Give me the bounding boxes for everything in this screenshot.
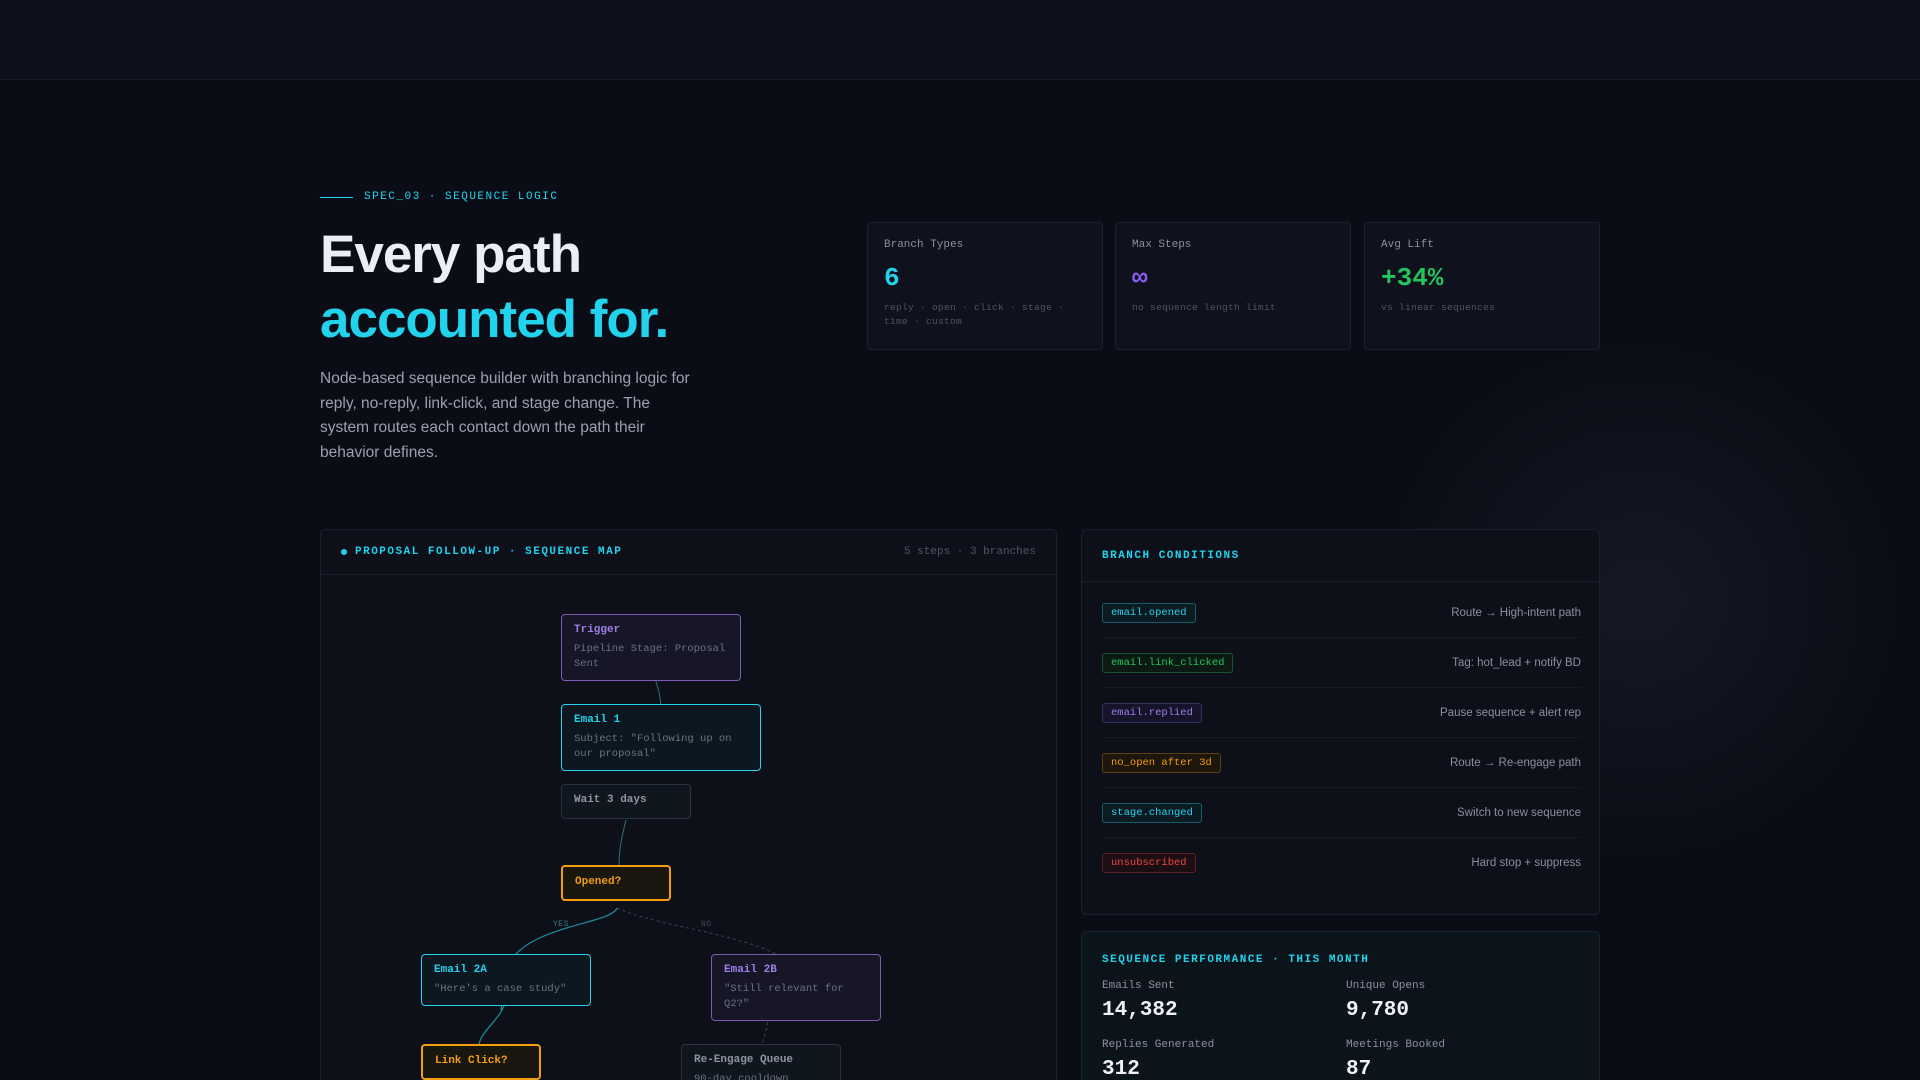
node-subtitle: 90-day cooldown xyxy=(694,1073,789,1080)
node-subtitle: Pipeline Stage: Proposal Sent xyxy=(574,643,726,670)
condition-action: Pause sequence + alert rep xyxy=(1440,706,1581,719)
condition-action: Route → High-intent path xyxy=(1451,606,1581,619)
condition-tag: unsubscribed xyxy=(1102,853,1196,873)
metric-replies-generated: Replies Generated 312 xyxy=(1102,1039,1332,1080)
condition-action: Route → Re-engage path xyxy=(1449,756,1581,769)
metric-emails-sent: Emails Sent 14,382 xyxy=(1102,980,1332,1022)
page-title: Every path accounted for. xyxy=(320,222,669,352)
node-link-click-condition[interactable]: Link Click? xyxy=(421,1044,541,1080)
metric-label: Emails Sent xyxy=(1102,980,1175,992)
node-title: Link Click? xyxy=(435,1055,508,1067)
node-title: Email 2A xyxy=(434,964,487,976)
condition-row[interactable]: email.replied Pause sequence + alert rep xyxy=(1102,688,1581,738)
node-wait[interactable]: Wait 3 days xyxy=(561,784,691,819)
metric-label: Replies Generated xyxy=(1102,1039,1215,1051)
top-nav-bar xyxy=(0,0,1920,80)
stat-label: Avg Lift xyxy=(1381,239,1434,251)
node-subtitle: "Still relevant for Q2?" xyxy=(724,983,844,1010)
eyebrow-text: SPEC_03 · SEQUENCE LOGIC xyxy=(364,191,559,203)
stat-description: no sequence length limit xyxy=(1132,302,1277,313)
condition-row[interactable]: email.opened Route → High-intent path xyxy=(1102,588,1581,638)
sequence-performance-title: SEQUENCE PERFORMANCE · THIS MONTH xyxy=(1102,954,1370,966)
stat-description: vs linear sequences xyxy=(1381,302,1496,313)
metric-value: 9,780 xyxy=(1346,999,1410,1022)
stat-card-avg-lift: Avg Lift +34% vs linear sequences xyxy=(1364,222,1600,350)
condition-row[interactable]: no_open after 3d Route → Re-engage path xyxy=(1102,738,1581,788)
no-branch-label: NO xyxy=(701,920,712,929)
title-line-2: accounted for. xyxy=(320,290,669,349)
condition-row[interactable]: stage.changed Switch to new sequence xyxy=(1102,788,1581,838)
connector-wait-opened xyxy=(618,819,627,866)
yes-branch-label: YES xyxy=(553,920,569,929)
node-email-2a[interactable]: Email 2A "Here's a case study" xyxy=(421,954,591,1006)
node-subtitle: Subject: "Following up on our proposal" xyxy=(574,733,732,760)
node-title: Email 1 xyxy=(574,714,621,726)
metric-value: 312 xyxy=(1102,1058,1140,1080)
eyebrow-line xyxy=(320,196,353,198)
stat-card-branch-types: Branch Types 6 reply · open · click · st… xyxy=(867,222,1103,350)
condition-row[interactable]: email.link_clicked Tag: hot_lead + notif… xyxy=(1102,638,1581,688)
condition-tag: email.replied xyxy=(1102,702,1202,723)
stat-value: ∞ xyxy=(1132,263,1148,293)
node-reengage-queue[interactable]: Re-Engage Queue 90-day cooldown xyxy=(681,1044,841,1080)
sequence-performance-panel: SEQUENCE PERFORMANCE · THIS MONTH Emails… xyxy=(1081,931,1600,1080)
stat-value: +34% xyxy=(1381,263,1444,293)
sequence-map-meta: 5 steps · 3 branches xyxy=(903,546,1036,558)
condition-tag: stage.changed xyxy=(1102,802,1202,823)
condition-row[interactable]: unsubscribed Hard stop + suppress xyxy=(1102,838,1581,888)
node-title: Opened? xyxy=(575,876,622,888)
metric-meetings-booked: Meetings Booked 87 xyxy=(1346,1039,1576,1080)
metric-label: Meetings Booked xyxy=(1346,1039,1446,1051)
condition-tag: no_open after 3d xyxy=(1102,752,1221,773)
stat-description: reply · open · click · stage · time · cu… xyxy=(884,302,1065,327)
condition-tag: email.link_clicked xyxy=(1102,652,1234,673)
condition-action: Switch to new sequence xyxy=(1456,806,1581,819)
status-dot-icon xyxy=(341,549,347,555)
stat-card-max-steps: Max Steps ∞ no sequence length limit xyxy=(1115,222,1351,350)
node-title: Email 2B xyxy=(724,964,777,976)
title-line-1: Every path xyxy=(320,225,582,284)
branch-conditions-title: BRANCH CONDITIONS xyxy=(1082,530,1599,582)
node-title: Re-Engage Queue xyxy=(694,1054,794,1066)
node-trigger[interactable]: Trigger Pipeline Stage: Proposal Sent xyxy=(561,614,741,681)
metric-unique-opens: Unique Opens 9,780 xyxy=(1346,980,1576,1022)
sequence-map-title: PROPOSAL FOLLOW-UP · SEQUENCE MAP xyxy=(341,546,622,558)
branch-conditions-panel: BRANCH CONDITIONS email.opened Route → H… xyxy=(1081,529,1600,915)
sequence-map-header: PROPOSAL FOLLOW-UP · SEQUENCE MAP 5 step… xyxy=(321,530,1056,575)
condition-tag: email.opened xyxy=(1102,602,1196,623)
lead-paragraph: Node-based sequence builder with branchi… xyxy=(320,370,690,461)
node-title: Trigger xyxy=(574,624,621,636)
stat-label: Branch Types xyxy=(884,239,964,251)
metric-value: 14,382 xyxy=(1102,999,1178,1022)
metric-value: 87 xyxy=(1346,1058,1372,1080)
condition-action: Tag: hot_lead + notify BD xyxy=(1452,656,1581,669)
condition-action: Hard stop + suppress xyxy=(1471,857,1581,869)
stat-label: Max Steps xyxy=(1132,239,1192,251)
node-opened-condition[interactable]: Opened? xyxy=(561,865,671,901)
stat-value: 6 xyxy=(884,263,900,293)
metric-label: Unique Opens xyxy=(1346,980,1426,992)
sequence-map-title-text: PROPOSAL FOLLOW-UP · SEQUENCE MAP xyxy=(355,546,623,558)
node-email-1[interactable]: Email 1 Subject: "Following up on our pr… xyxy=(561,704,761,771)
sequence-map-panel: PROPOSAL FOLLOW-UP · SEQUENCE MAP 5 step… xyxy=(320,529,1057,1080)
section-eyebrow: SPEC_03 · SEQUENCE LOGIC xyxy=(320,191,558,203)
node-title: Wait 3 days xyxy=(574,794,647,806)
node-email-2b[interactable]: Email 2B "Still relevant for Q2?" xyxy=(711,954,881,1021)
node-subtitle: "Here's a case study" xyxy=(434,983,567,995)
connector-email2a-linkclick xyxy=(478,999,507,1046)
